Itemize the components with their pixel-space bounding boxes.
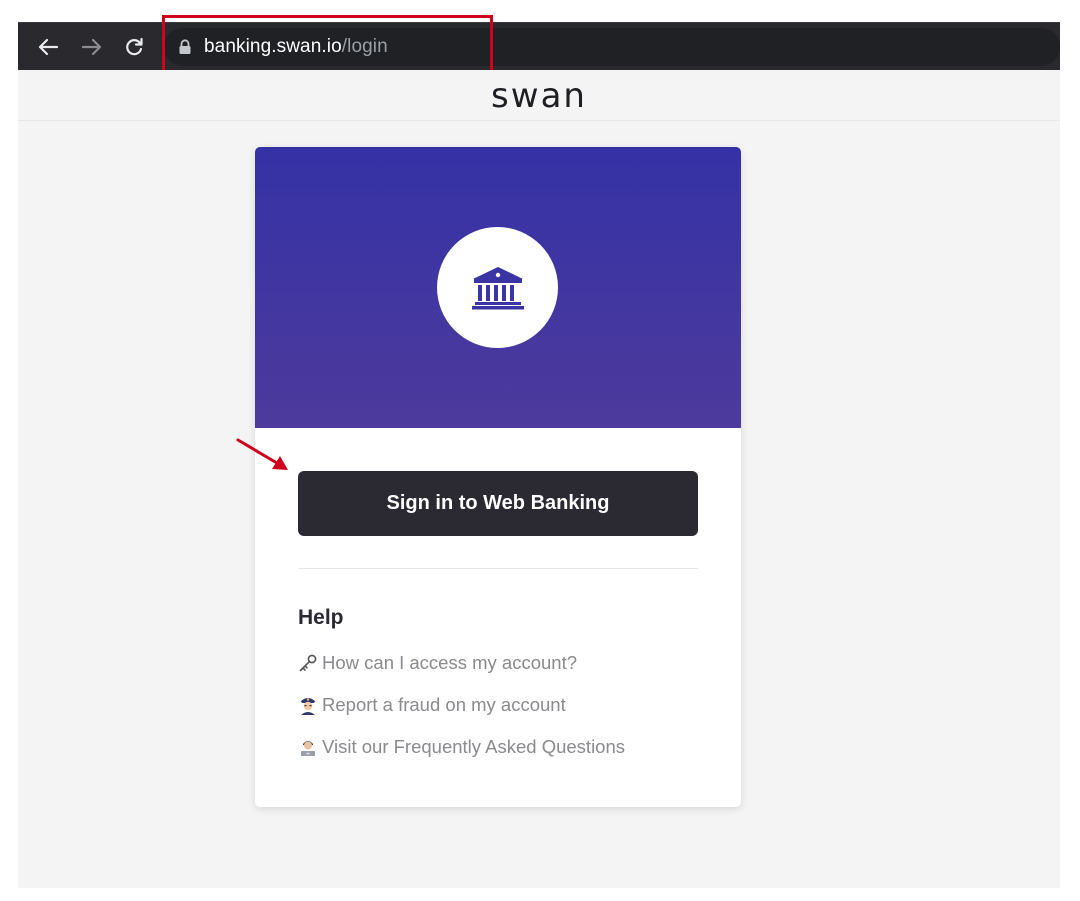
login-card: Sign in to Web Banking Help How can I ac…	[255, 147, 741, 807]
technologist-icon	[301, 741, 315, 756]
page-content: swan Sign in to Web Banking Help How can…	[18, 70, 1060, 888]
police-officer-icon	[301, 698, 315, 715]
help-link-label: Visit our Frequently Asked Questions	[322, 736, 626, 757]
sign-in-button[interactable]: Sign in to Web Banking	[298, 471, 698, 536]
reload-button[interactable]	[116, 23, 152, 71]
divider	[298, 568, 698, 569]
arrow-right-icon	[82, 38, 102, 56]
help-link-access-account[interactable]: How can I access my account?	[298, 652, 577, 674]
site-header: swan	[18, 70, 1060, 121]
annotation-arrow-icon	[236, 438, 288, 470]
help-link-faq[interactable]: Visit our Frequently Asked Questions	[298, 736, 625, 758]
reload-icon	[126, 37, 143, 56]
bank-icon	[471, 266, 524, 309]
key-icon	[299, 654, 317, 672]
help-heading: Help	[298, 606, 344, 629]
back-button[interactable]	[30, 23, 66, 71]
help-link-label: Report a fraud on my account	[322, 694, 566, 715]
help-link-report-fraud[interactable]: Report a fraud on my account	[298, 694, 566, 716]
forward-button[interactable]	[74, 23, 110, 71]
arrow-left-icon	[38, 38, 58, 56]
hero-icon-circle	[437, 227, 558, 348]
card-hero-banner	[255, 147, 741, 428]
help-link-label: How can I access my account?	[322, 652, 577, 673]
swan-logo[interactable]: swan	[18, 76, 1060, 116]
